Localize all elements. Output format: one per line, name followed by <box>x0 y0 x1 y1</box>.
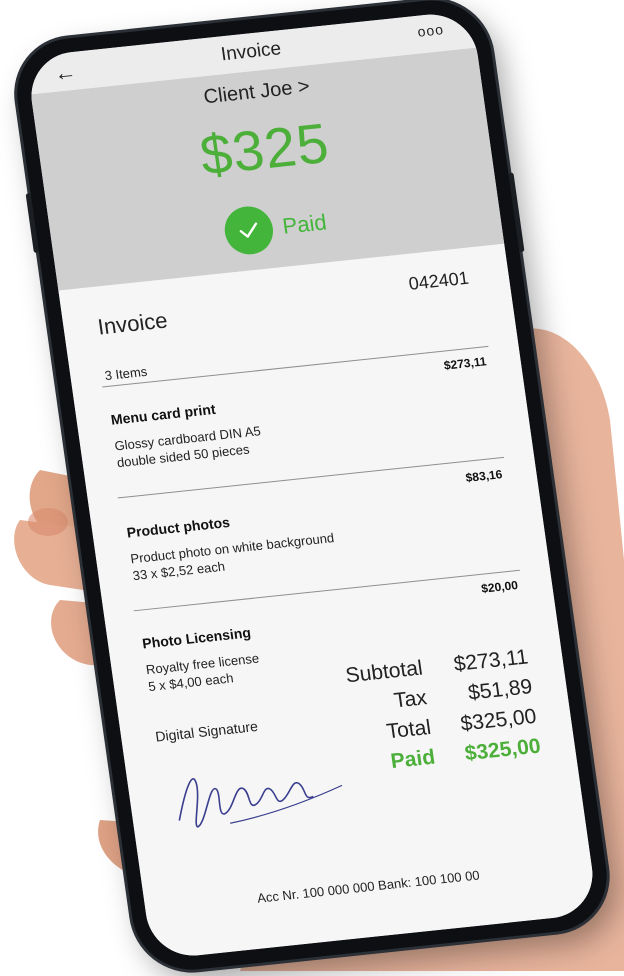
item-price: $273,11 <box>442 354 488 373</box>
invoice-number: 042401 <box>407 267 470 294</box>
invoice-document: Invoice 042401 3 Items $273,11 Menu card… <box>58 243 599 961</box>
item-description: Royalty free license 5 x $4,00 each <box>145 650 263 696</box>
check-circle-icon <box>221 204 277 257</box>
item-name: Photo Licensing <box>141 624 252 652</box>
items-count: 3 Items <box>103 363 149 384</box>
item-description: Product photo on white background 33 x $… <box>129 529 337 584</box>
status-label: Paid <box>280 209 329 239</box>
item-description: Glossy cardboard DIN A5 double sided 50 … <box>113 422 264 471</box>
line-item[interactable]: $273,11 Menu card print Glossy cardboard… <box>107 354 499 493</box>
invoice-title: Invoice <box>96 307 169 340</box>
signature-label: Digital Signature <box>154 717 259 745</box>
item-price: $20,00 <box>480 578 519 596</box>
item-name: Menu card print <box>109 400 217 428</box>
more-dots-icon[interactable]: ooo <box>416 21 444 40</box>
item-name: Product photos <box>125 513 231 541</box>
bank-details: Acc Nr. 100 000 000 Bank: 100 100 00 <box>256 867 481 906</box>
totals-panel: Subtotal $273,11 Tax $51,89 Total $325,0… <box>307 645 543 787</box>
item-price: $83,16 <box>464 467 504 485</box>
